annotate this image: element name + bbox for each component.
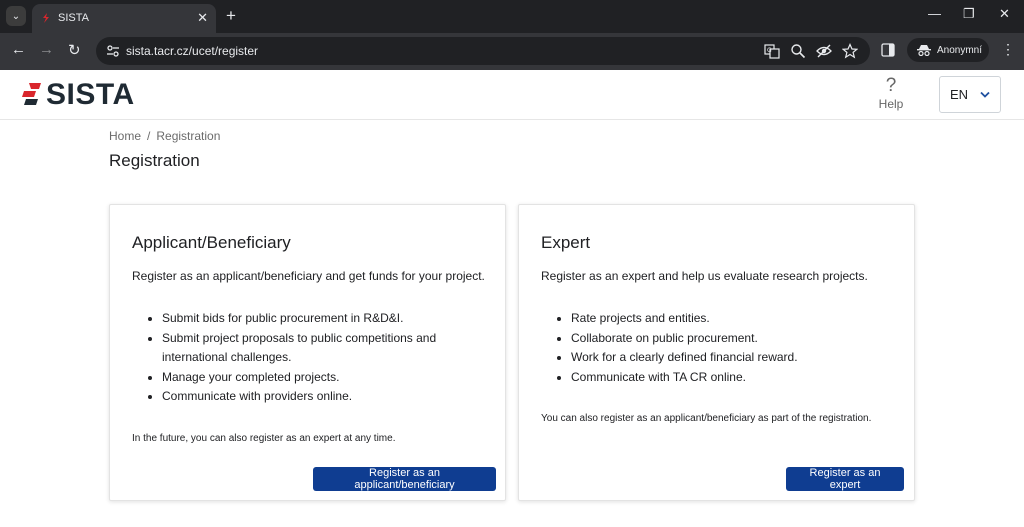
card-title: Expert xyxy=(541,233,591,252)
card-description: Register as an expert and help us evalua… xyxy=(541,269,868,283)
reload-icon[interactable]: ↻ xyxy=(68,41,81,59)
breadcrumb-current: Registration xyxy=(156,129,221,143)
close-icon[interactable]: ✕ xyxy=(197,10,208,26)
browser-toolbar: ← → ↻ sista.tacr.cz/ucet/register G Anon… xyxy=(0,33,1024,70)
bookmark-star-icon[interactable] xyxy=(842,43,858,59)
incognito-icon xyxy=(917,45,931,56)
sista-logo[interactable]: SISTA xyxy=(20,80,135,110)
eye-off-icon[interactable] xyxy=(816,43,832,59)
browser-tab[interactable]: SISTA ✕ xyxy=(32,4,216,33)
list-item: Manage your completed projects. xyxy=(162,368,478,388)
list-item: Submit project proposals to public compe… xyxy=(162,329,478,368)
chevron-down-icon xyxy=(980,91,990,98)
sista-logo-mark-icon xyxy=(22,83,41,105)
new-tab-icon[interactable]: + xyxy=(226,6,236,26)
help-link[interactable]: ? Help xyxy=(876,75,906,112)
url-text: sista.tacr.cz/ucet/register xyxy=(126,44,259,58)
translate-icon[interactable]: G xyxy=(764,43,780,59)
side-panel-icon[interactable] xyxy=(881,43,895,57)
sista-favicon-icon xyxy=(43,13,49,23)
card-note: You can also register as an applicant/be… xyxy=(541,413,872,424)
restore-icon[interactable]: ❐ xyxy=(963,6,975,22)
incognito-profile-button[interactable]: Anonymní xyxy=(907,38,989,62)
site-header: SISTA ? Help EN xyxy=(0,70,1024,120)
breadcrumb-separator: / xyxy=(147,129,151,143)
address-bar[interactable]: sista.tacr.cz/ucet/register G xyxy=(96,37,870,65)
breadcrumb: Home / Registration xyxy=(109,129,220,143)
card-title: Applicant/Beneficiary xyxy=(132,233,291,252)
expert-card: Expert Register as an expert and help us… xyxy=(518,204,915,501)
list-item: Communicate with TA CR online. xyxy=(571,368,887,388)
card-description: Register as an applicant/beneficiary and… xyxy=(132,269,485,283)
list-item: Submit bids for public procurement in R&… xyxy=(162,309,478,329)
back-icon[interactable]: ← xyxy=(11,41,26,58)
tab-search-button[interactable]: ⌄ xyxy=(6,6,26,26)
site-settings-icon[interactable] xyxy=(106,44,120,58)
applicant-card: Applicant/Beneficiary Register as an app… xyxy=(109,204,506,501)
breadcrumb-home[interactable]: Home xyxy=(109,129,141,143)
question-mark-icon: ? xyxy=(885,75,897,96)
benefits-list: Submit bids for public procurement in R&… xyxy=(148,309,478,407)
logo-text: SISTA xyxy=(46,78,135,111)
help-label: Help xyxy=(878,97,904,111)
svg-text:G: G xyxy=(767,47,772,54)
benefits-list: Rate projects and entities. Collaborate … xyxy=(557,309,887,387)
list-item: Communicate with providers online. xyxy=(162,387,478,407)
card-note: In the future, you can also register as … xyxy=(132,433,396,444)
language-value: EN xyxy=(950,87,969,102)
browser-tab-bar: ⌄ SISTA ✕ + — ❐ ✕ xyxy=(0,0,1024,33)
profile-label: Anonymní xyxy=(937,44,983,56)
language-select[interactable]: EN xyxy=(939,76,1001,113)
register-expert-button[interactable]: Register as an expert xyxy=(786,467,904,491)
more-menu-icon[interactable]: ⋮ xyxy=(1001,41,1015,58)
page-title: Registration xyxy=(109,151,200,170)
register-applicant-button[interactable]: Register as an applicant/beneficiary xyxy=(313,467,496,491)
zoom-icon[interactable] xyxy=(790,43,806,59)
list-item: Collaborate on public procurement. xyxy=(571,329,887,349)
forward-icon[interactable]: → xyxy=(39,41,54,58)
window-close-icon[interactable]: ✕ xyxy=(999,6,1010,22)
list-item: Work for a clearly defined financial rew… xyxy=(571,348,887,368)
chevron-down-icon: ⌄ xyxy=(11,10,21,22)
minimize-icon[interactable]: — xyxy=(928,6,941,21)
tab-title: SISTA xyxy=(58,12,89,24)
list-item: Rate projects and entities. xyxy=(571,309,887,329)
